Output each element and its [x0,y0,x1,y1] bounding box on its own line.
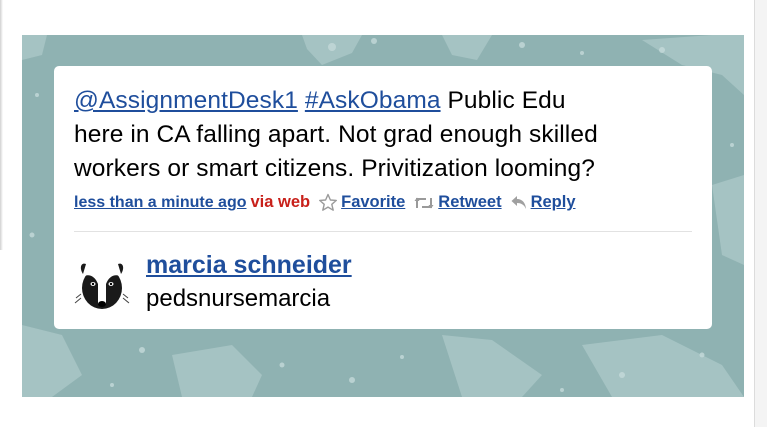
author-name-link[interactable]: marcia schneider [146,251,352,280]
retweet-icon [414,197,434,208]
left-window-edge [0,0,3,250]
tweet-card: @AssignmentDesk1 #AskObama Public Edu he… [54,66,712,329]
tweet-text-line2: here in CA falling apart. Not grad enoug… [74,121,598,148]
retweet-label: Retweet [438,193,502,211]
reply-label: Reply [530,193,576,211]
mention-link[interactable]: @AssignmentDesk1 [74,87,298,114]
tweet-text-line3: workers or smart citizens. Privitization… [74,155,595,182]
reply-button[interactable]: Reply [510,193,576,212]
favorite-button[interactable]: Favorite [318,193,405,212]
via-source: via web [250,193,311,211]
author-handle: pedsnursemarcia [146,285,331,312]
badger-avatar[interactable] [73,254,131,312]
tweet-text: @AssignmentDesk1 #AskObama Public Edu he… [74,84,694,186]
favorite-label: Favorite [341,193,406,211]
reply-icon [511,196,526,209]
tweet-text-line1: Public Edu [440,87,566,114]
retweet-button[interactable]: Retweet [413,193,502,212]
star-icon [319,193,338,211]
hashtag-link[interactable]: #AskObama [305,87,441,114]
page: @AssignmentDesk1 #AskObama Public Edu he… [0,0,767,427]
right-scrollbar[interactable] [754,0,767,427]
divider [74,231,692,232]
tweet-meta: less than a minute ago via web Favorite … [74,193,576,212]
timestamp-link[interactable]: less than a minute ago [74,194,246,212]
